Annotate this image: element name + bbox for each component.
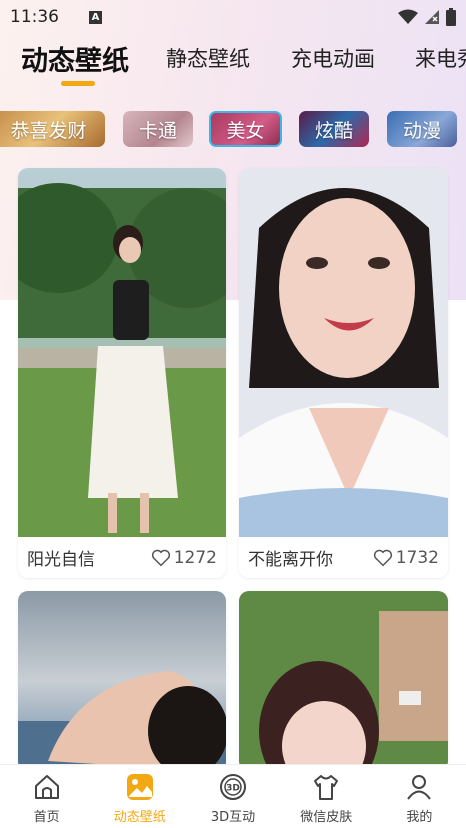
wallpaper-card[interactable]: 阳光自信 1272 [18, 168, 226, 578]
top-tab-bar: 动态壁纸 静态壁纸 充电动画 来电秀 [0, 34, 466, 90]
card-title: 阳光自信 [27, 550, 95, 570]
nav-home-label: 首页 [33, 810, 60, 825]
category-chip-cool[interactable]: 炫酷 [299, 111, 369, 147]
wallpaper-thumbnail [18, 591, 226, 771]
nav-profile[interactable]: 我的 [373, 765, 466, 828]
tab-charging-animation[interactable]: 充电动画 [291, 34, 375, 82]
tab-dynamic-wallpaper[interactable]: 动态壁纸 [21, 34, 129, 82]
wallpaper-card[interactable]: 不能离开你 1732 [239, 168, 448, 578]
wallpaper-thumbnail [239, 591, 448, 771]
tab-static-wallpaper[interactable]: 静态壁纸 [166, 34, 250, 82]
svg-text:3D: 3D [226, 784, 240, 794]
nav-wechat-skin-label: 微信皮肤 [300, 810, 353, 825]
card-likes[interactable]: 1272 [151, 548, 217, 568]
category-chip-cartoon[interactable]: 卡通 [123, 111, 193, 147]
card-footer: 阳光自信 1272 [18, 537, 226, 578]
nav-dynamic-wallpaper[interactable]: 动态壁纸 [93, 765, 186, 828]
card-title: 不能离开你 [248, 550, 333, 570]
nav-dynamic-wallpaper-label: 动态壁纸 [113, 810, 166, 825]
wifi-icon [398, 9, 418, 24]
wallpaper-card[interactable] [239, 591, 448, 771]
heart-icon [151, 549, 170, 566]
card-like-count: 1732 [395, 547, 439, 568]
shirt-icon [314, 775, 339, 800]
category-row: 恭喜发财 卡通 美女 炫酷 动漫 [0, 110, 466, 150]
category-chip-beauty[interactable]: 美女 [209, 111, 282, 147]
3d-icon: 3D [220, 774, 246, 800]
nav-3d-label: 3D互动 [210, 810, 256, 825]
nav-wechat-skin[interactable]: 微信皮肤 [280, 765, 373, 828]
signal-icon [425, 10, 439, 24]
nav-3d[interactable]: 3D 3D互动 [186, 765, 279, 828]
category-chip-anime[interactable]: 动漫 [387, 111, 457, 147]
card-likes[interactable]: 1732 [373, 548, 439, 568]
user-icon [407, 775, 432, 800]
heart-icon [373, 549, 392, 566]
battery-icon [446, 8, 456, 26]
tab-caller-show[interactable]: 来电秀 [415, 34, 466, 82]
dynamic-wallpaper-icon [126, 774, 153, 800]
wallpaper-card[interactable] [18, 591, 226, 771]
wallpaper-thumbnail [18, 168, 226, 537]
bottom-navigation: 首页 动态壁纸 3D 3D互动 微信皮肤 我的 [0, 764, 466, 828]
category-chip-fortune[interactable]: 恭喜发财 [0, 111, 105, 147]
card-like-count: 1272 [173, 547, 217, 568]
wallpaper-thumbnail [239, 168, 448, 537]
nav-profile-label: 我的 [406, 810, 433, 825]
card-footer: 不能离开你 1732 [239, 537, 448, 578]
active-tab-indicator [61, 81, 95, 86]
status-bar: 11:36 A [0, 0, 466, 34]
home-icon [34, 775, 59, 799]
nav-home[interactable]: 首页 [0, 765, 93, 828]
notification-icon: A [89, 10, 102, 24]
status-time: 11:36 [10, 7, 59, 27]
